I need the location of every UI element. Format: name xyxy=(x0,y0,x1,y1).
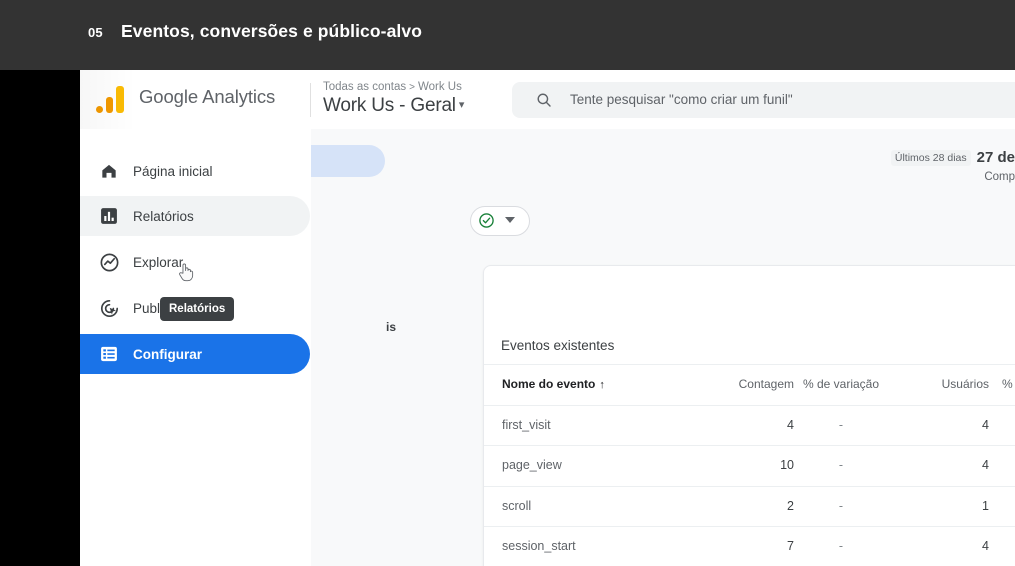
slide-banner: 05 Eventos, conversões e público-alvo xyxy=(0,0,1015,70)
sidebar-item-reports-label: Relatórios xyxy=(133,208,194,224)
home-icon xyxy=(98,160,120,182)
breadcrumb[interactable]: Todas as contas > Work Us xyxy=(323,81,462,93)
sidebar-item-explore[interactable]: Explorar xyxy=(80,242,310,282)
app-topbar: Google Analytics Todas as contas > Work Us… xyxy=(80,70,1015,130)
cell-users: 4 xyxy=(982,539,989,553)
product-name: Google Analytics xyxy=(139,86,276,107)
screenshot-root: 05 Eventos, conversões e público-alvo Go… xyxy=(0,0,1015,566)
breadcrumb-separator-icon: > xyxy=(409,82,415,93)
column-header-event-name[interactable]: Nome do evento ↑ xyxy=(502,365,605,405)
card-title: Eventos existentes xyxy=(501,338,615,353)
tooltip-reports: Relatórios xyxy=(160,297,235,321)
breadcrumb-property[interactable]: Work Us xyxy=(418,81,462,93)
date-range-selector[interactable]: Últimos 28 dias 27 de Comp xyxy=(890,149,1015,183)
cell-users-variation: - xyxy=(1001,406,1015,446)
sidebar-item-reports[interactable]: Relatórios xyxy=(80,196,310,236)
comparison-filter-chip[interactable] xyxy=(470,206,530,236)
slide-number: 05 xyxy=(88,25,103,40)
sidebar-item-explore-label: Explorar xyxy=(133,254,184,270)
sidebar: Página inicial Relatórios Explorar Confi… xyxy=(80,129,310,566)
cell-users-variation: - xyxy=(1001,446,1015,486)
table-row[interactable]: session_start 7 - 4 - xyxy=(484,526,1015,566)
truncated-side-label: is xyxy=(386,320,397,334)
search-input[interactable]: Tente pesquisar "como criar um funil" xyxy=(512,82,1015,118)
explore-icon xyxy=(98,251,120,273)
target-icon xyxy=(98,297,120,319)
sidebar-divider xyxy=(310,129,311,566)
column-header-count-variation[interactable]: % de variação xyxy=(802,365,880,405)
breadcrumb-account[interactable]: Todas as contas xyxy=(323,81,406,93)
date-range-comparison: Comp xyxy=(984,171,1015,183)
cell-count-variation: - xyxy=(838,458,844,472)
check-circle-icon xyxy=(479,213,494,228)
table-row[interactable]: first_visit 4 - 4 - xyxy=(484,404,1015,446)
cell-users: 4 xyxy=(982,458,989,472)
cell-users: 1 xyxy=(982,498,989,513)
highlighted-nav-pill xyxy=(310,145,385,177)
sidebar-item-home-label: Página inicial xyxy=(133,163,213,179)
cell-count-variation: - xyxy=(838,539,844,553)
column-header-event-name-label: Nome do evento xyxy=(502,377,596,391)
sidebar-item-home[interactable]: Página inicial xyxy=(80,151,310,191)
chevron-down-icon xyxy=(505,217,515,223)
column-header-users-variation[interactable]: % de variação xyxy=(1001,365,1015,405)
table-row[interactable]: scroll 2 - 1 - xyxy=(484,485,1015,527)
sidebar-item-configure-label: Configurar xyxy=(133,346,202,362)
table-row[interactable]: page_view 10 - 4 - xyxy=(484,445,1015,486)
bar-chart-icon xyxy=(98,205,120,227)
search-placeholder: Tente pesquisar "como criar um funil" xyxy=(570,92,793,107)
date-range-badge: Últimos 28 dias xyxy=(890,149,971,166)
tooltip-label: Relatórios xyxy=(169,303,226,315)
cell-event-name[interactable]: scroll xyxy=(502,487,531,527)
property-selector-label: Work Us - Geral xyxy=(323,95,456,116)
list-icon xyxy=(98,343,120,365)
cell-event-name[interactable]: session_start xyxy=(502,527,576,566)
cell-count: 4 xyxy=(787,417,794,432)
cell-event-name[interactable]: page_view xyxy=(502,446,562,486)
main-content: is Últimos 28 dias27 de Comp Modificar E… xyxy=(310,129,1015,566)
topbar-divider xyxy=(310,83,311,117)
cell-count: 7 xyxy=(787,539,794,553)
cell-count-variation: - xyxy=(838,417,844,432)
google-analytics-logo-icon xyxy=(96,85,126,113)
column-header-users[interactable]: Usuários xyxy=(904,365,989,405)
cell-users-variation: - xyxy=(1001,487,1015,527)
events-table: Nome do evento ↑ Contagem % de variação U… xyxy=(484,364,1015,566)
property-selector[interactable]: Work Us - Geral ▾ xyxy=(323,95,464,117)
cell-count-variation: - xyxy=(838,498,844,513)
cell-event-name[interactable]: first_visit xyxy=(502,406,551,446)
cell-count: 2 xyxy=(787,498,794,513)
date-range-value: 27 de xyxy=(976,149,1015,167)
cell-count: 10 xyxy=(780,458,794,472)
slide-title: Eventos, conversões e público-alvo xyxy=(121,21,422,41)
sort-ascending-icon: ↑ xyxy=(599,379,605,391)
sidebar-item-configure[interactable]: Configurar xyxy=(80,334,310,374)
chevron-down-icon: ▾ xyxy=(458,99,465,111)
google-analytics-window: Google Analytics Todas as contas > Work Us… xyxy=(80,70,1015,566)
existing-events-card: Eventos existentes Nome do evento ↑ Conta… xyxy=(483,265,1015,566)
cell-users: 4 xyxy=(982,417,989,432)
search-icon xyxy=(537,93,551,107)
cell-users-variation: - xyxy=(1001,527,1015,566)
column-header-count[interactable]: Contagem xyxy=(694,365,794,405)
table-header-row: Nome do evento ↑ Contagem % de variação U… xyxy=(484,364,1015,405)
